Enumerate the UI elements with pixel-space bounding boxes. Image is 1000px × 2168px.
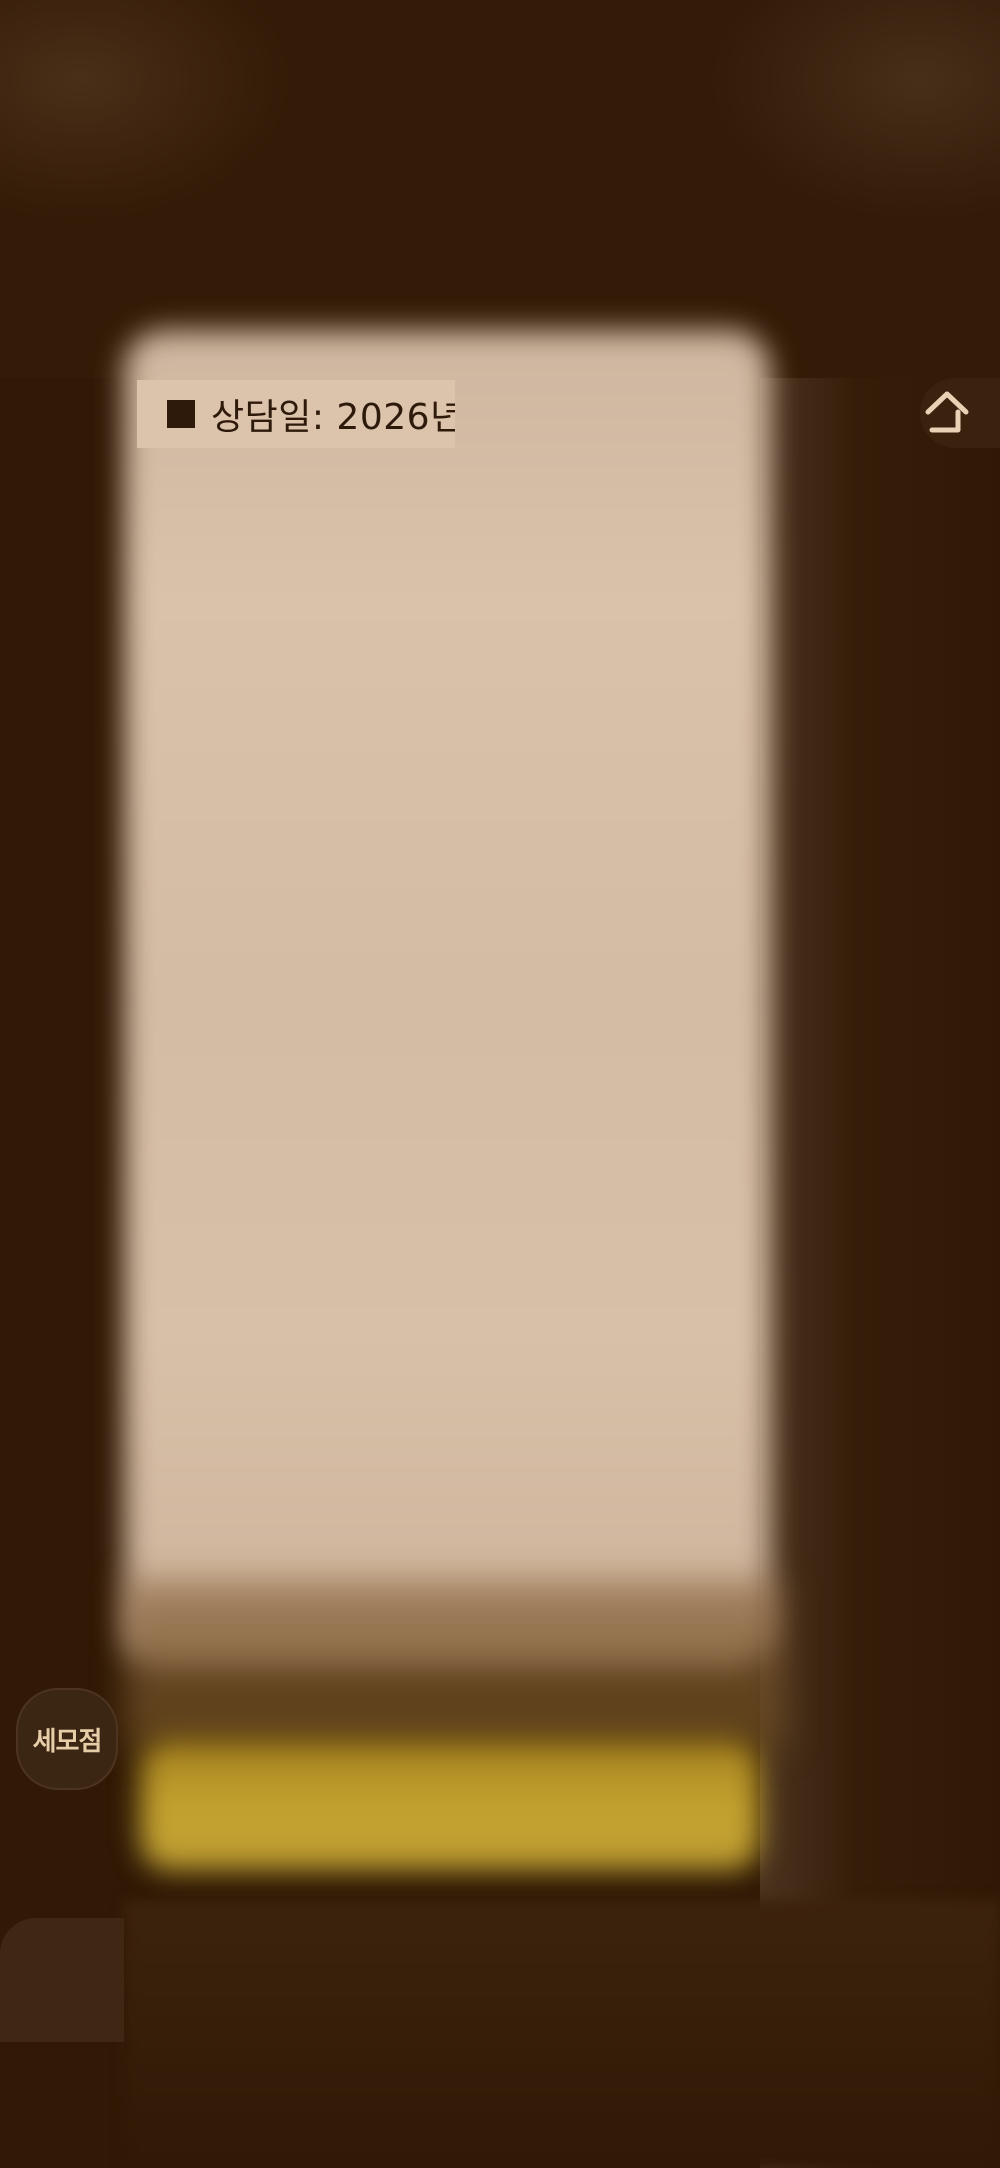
semo-point-button[interactable]: 세모점 bbox=[16, 1688, 118, 1790]
left-rail bbox=[0, 378, 124, 2168]
top-blurred-area bbox=[0, 0, 1000, 380]
bottom-left-tab[interactable] bbox=[0, 1918, 124, 2042]
semo-point-label: 세모점 bbox=[32, 1726, 103, 1757]
consultation-date-chip: 상담일: 2026년 bbox=[137, 380, 455, 448]
panel-bottom-fade bbox=[124, 1580, 784, 1750]
content-panel bbox=[124, 330, 770, 1670]
consultation-date-label: 상담일: 2026년 bbox=[211, 397, 455, 438]
home-icon bbox=[925, 391, 969, 433]
primary-action-button[interactable] bbox=[140, 1740, 760, 1870]
bottom-area bbox=[124, 1900, 1000, 2168]
home-button[interactable] bbox=[920, 378, 1000, 448]
square-bullet-icon bbox=[167, 400, 195, 428]
